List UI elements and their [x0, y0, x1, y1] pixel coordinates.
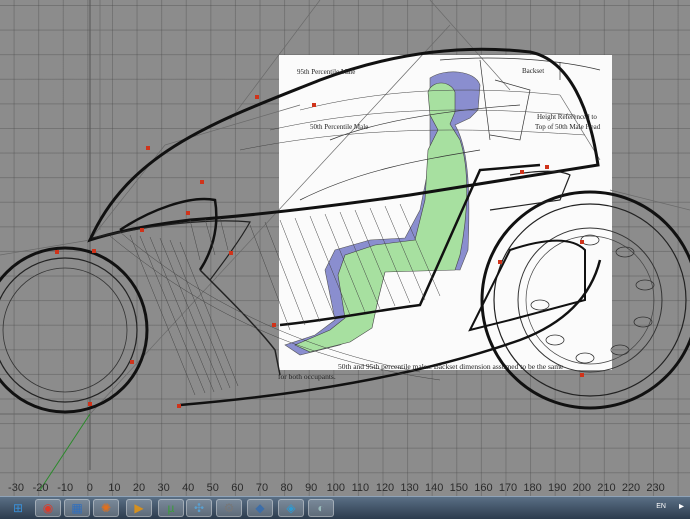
ruler-tick-label: 220 [621, 482, 641, 494]
ruler-tick-label: 230 [646, 482, 665, 494]
ruler-tick-label: 0 [86, 482, 93, 494]
ruler-tick-label: 170 [498, 482, 518, 494]
start-orb-icon[interactable]: ⊞ [5, 499, 31, 517]
ruler-tick-label: 90 [305, 482, 318, 494]
media-player-glyph: ▶ [134, 501, 144, 515]
ruler-tick-label: 40 [182, 482, 195, 494]
motorcycle-app-glyph: ⚙ [223, 501, 235, 515]
label-height-line2: Top of 50th Male Head [535, 123, 601, 131]
label-50th-percentile: 50th Percentile Male [310, 123, 369, 131]
motorcycle-app-icon[interactable]: ⚙ [216, 499, 242, 517]
ruler-tick-label: 110 [351, 482, 370, 494]
ruler-tick-label: 130 [400, 482, 419, 494]
folder-glyph: ◐ [317, 501, 325, 515]
ruler-tick-label: -10 [57, 482, 74, 494]
ruler-tick-label: 60 [231, 482, 244, 494]
ruler-tick-label: 50 [206, 482, 219, 494]
caption-line1: 50th and 95th percentile males. Backset … [338, 362, 564, 371]
firefox-icon[interactable]: ✺ [93, 499, 119, 517]
label-95th-percentile: 95th Percentile Male [297, 68, 356, 76]
windows-glyph: ▦ [71, 501, 83, 515]
ruler-tick-label: 80 [280, 482, 293, 494]
graphics-app-icon[interactable]: ◈ [278, 499, 304, 517]
ruler-tick-label: 140 [425, 482, 444, 494]
3d-modeler-icon[interactable]: ◆ [247, 499, 273, 517]
ruler-tick-label: 20 [132, 482, 146, 494]
media-player-icon[interactable]: ▶ [126, 499, 152, 517]
language-indicator[interactable]: EN [656, 503, 666, 510]
firefox-glyph: ✺ [100, 501, 112, 515]
modeling-viewport[interactable]: 95th Percentile Male 50th Percentile Mal… [0, 0, 690, 496]
ruler-tick-label: 70 [255, 482, 269, 494]
ruler-tick-label: -20 [32, 482, 49, 494]
ruler-tick-label: 30 [157, 482, 170, 494]
taskbar: ⊞ ◉ ▦ ✺ ▶ µ ✣ ⚙ ◆ ◈ ◐ EN ▸ [0, 496, 690, 519]
ruler-tick-label: 180 [523, 482, 542, 494]
graphics-app-glyph: ◈ [286, 501, 296, 515]
chrome-icon[interactable]: ◉ [35, 499, 61, 517]
ruler-tick-label: 190 [548, 482, 567, 494]
folder-icon[interactable]: ◐ [308, 499, 334, 517]
label-backset: Backset [522, 67, 545, 75]
ruler-tick-label: 10 [108, 482, 121, 494]
ruler-tick-label: 120 [375, 482, 395, 494]
label-height-line1: Height Referenced to [537, 113, 597, 121]
windows-icon[interactable]: ▦ [64, 499, 90, 517]
3d-modeler-glyph: ◆ [255, 501, 265, 515]
tray-arrow-icon[interactable]: ▸ [679, 501, 684, 512]
utorrent-icon[interactable]: µ [158, 499, 184, 517]
front-wheel [0, 246, 149, 414]
ruler-tick-label: 160 [474, 482, 493, 494]
ruler-tick-label: 100 [326, 482, 345, 494]
network-glyph: ✣ [193, 501, 205, 515]
utorrent-glyph: µ [167, 501, 175, 515]
ruler-tick-label: 150 [449, 482, 468, 494]
start-orb-glyph: ⊞ [12, 501, 24, 515]
network-icon[interactable]: ✣ [186, 499, 212, 517]
ruler-tick-label: 200 [572, 482, 591, 494]
ruler-tick-label: -30 [8, 482, 24, 494]
caption-line2: for both occupants. [278, 372, 336, 381]
ruler-tick-label: 210 [597, 482, 616, 494]
chrome-glyph: ◉ [42, 501, 54, 515]
